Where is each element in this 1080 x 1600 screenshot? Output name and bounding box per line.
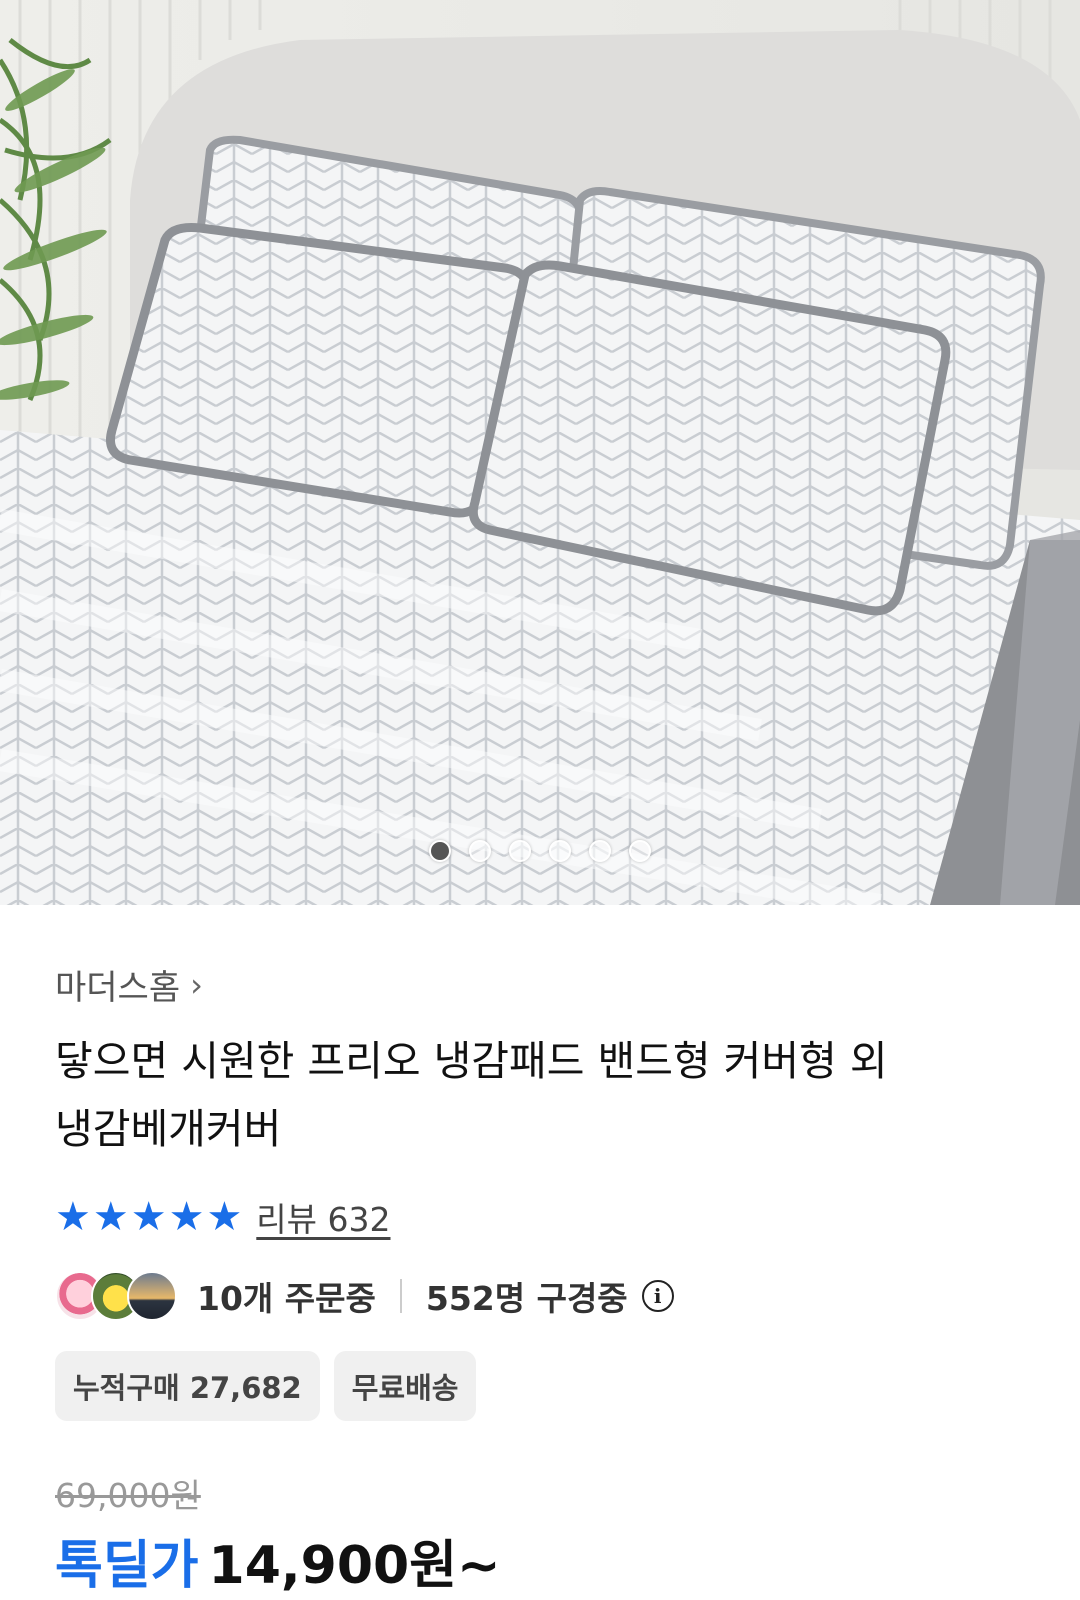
- cumulative-purchase-badge: 누적구매 27,682: [55, 1351, 320, 1421]
- star-icon: ★: [92, 1194, 129, 1240]
- buyer-avatars: [55, 1271, 177, 1321]
- star-icon: ★: [55, 1194, 91, 1240]
- star-icon: ★: [168, 1194, 205, 1240]
- product-title-line2: 냉감베개커버: [55, 1105, 282, 1153]
- product-title-line1: 닿으면 시원한 프리오 냉감패드 밴드형 커버형 외: [55, 1037, 888, 1085]
- deal-price-row: 톡딜가 14,900원~: [55, 1523, 1025, 1598]
- deal-label: 톡딜가: [55, 1536, 199, 1596]
- product-image-carousel[interactable]: [0, 0, 1080, 905]
- star-icon: ★: [206, 1194, 243, 1240]
- deal-price: 14,900원~: [208, 1536, 501, 1596]
- viewers-count: 552명 구경중: [425, 1279, 628, 1318]
- product-info: 마더스홈 › 닿으면 시원한 프리오 냉감패드 밴드형 커버형 외 냉감베개커버…: [0, 960, 1080, 1598]
- carousel-dot-1[interactable]: [429, 840, 451, 862]
- carousel-indicator: [0, 840, 1080, 862]
- review-count-link[interactable]: 리뷰 632: [256, 1193, 390, 1241]
- divider: [399, 1279, 402, 1313]
- carousel-dot-5[interactable]: [589, 840, 611, 862]
- chevron-right-icon: ›: [190, 965, 203, 1004]
- rating-row: ★ ★ ★ ★ ★ 리뷰 632: [55, 1193, 1025, 1241]
- carousel-dot-3[interactable]: [509, 840, 531, 862]
- original-price: 69,000원: [55, 1476, 201, 1515]
- free-shipping-badge: 무료배송: [333, 1351, 477, 1421]
- star-rating: ★ ★ ★ ★ ★: [55, 1197, 242, 1237]
- activity-row: 10개 주문중 552명 구경중 i: [55, 1271, 1025, 1321]
- seller-name: 마더스홈: [55, 968, 181, 1008]
- carousel-dot-2[interactable]: [469, 840, 491, 862]
- star-icon: ★: [130, 1194, 167, 1240]
- info-icon[interactable]: i: [641, 1280, 674, 1312]
- orders-count: 10개 주문중: [197, 1279, 376, 1318]
- carousel-dot-4[interactable]: [549, 840, 571, 862]
- carousel-dot-6[interactable]: [629, 840, 651, 862]
- product-photo: [0, 0, 1080, 905]
- product-title: 닿으면 시원한 프리오 냉감패드 밴드형 커버형 외 냉감베개커버: [55, 1027, 1015, 1163]
- badge-row: 누적구매 27,682 무료배송: [55, 1351, 1025, 1421]
- seller-link[interactable]: 마더스홈 ›: [55, 960, 1025, 1009]
- avatar: [127, 1271, 177, 1321]
